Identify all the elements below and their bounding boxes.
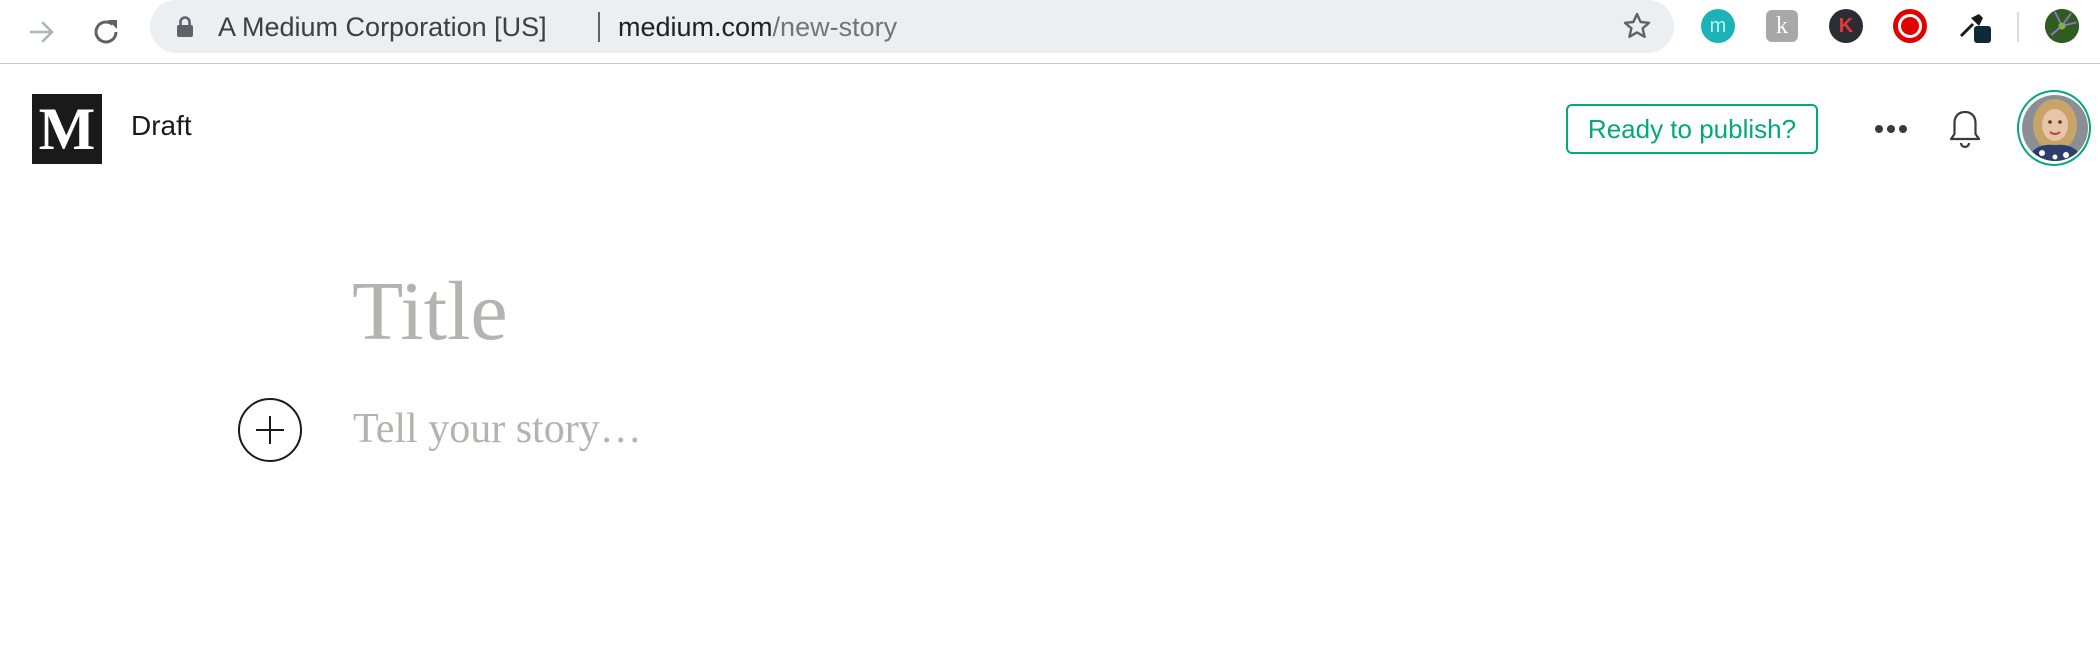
toolbar-separator [2017, 12, 2019, 42]
medium-logo[interactable]: M [32, 94, 102, 164]
record-extension-icon[interactable] [1892, 8, 1928, 44]
ready-to-publish-button[interactable]: Ready to publish? [1566, 104, 1818, 154]
site-identity[interactable]: A Medium Corporation [US] [218, 12, 547, 43]
add-content-button[interactable] [238, 398, 302, 462]
reload-icon [94, 20, 118, 44]
address-bar[interactable]: A Medium Corporation [US] medium.com/new… [150, 0, 1674, 53]
story-title-input[interactable]: Title [352, 270, 508, 354]
logo-letter: M [38, 95, 96, 162]
browser-toolbar: A Medium Corporation [US] medium.com/new… [0, 0, 2100, 64]
bell-icon [1949, 110, 1981, 149]
url-text[interactable]: medium.com/new-story [618, 12, 897, 43]
url-path: /new-story [772, 12, 898, 42]
url-host: medium.com [618, 12, 773, 42]
omnibox-divider [598, 12, 600, 42]
story-body-input[interactable]: Tell your story… [353, 408, 642, 450]
more-options-button[interactable] [1866, 104, 1916, 154]
forward-button[interactable] [20, 10, 64, 54]
eyedropper-extension-icon[interactable] [1957, 8, 1993, 44]
k-extension-icon[interactable]: k [1764, 8, 1800, 44]
plus-icon [256, 416, 284, 444]
star-icon[interactable] [1622, 11, 1652, 46]
profile-extension-icon[interactable] [2044, 8, 2080, 44]
more-icon [1875, 125, 1907, 133]
reload-button[interactable] [84, 10, 128, 54]
forward-arrow-icon [29, 21, 54, 43]
k-red-extension-icon[interactable]: K [1828, 8, 1864, 44]
m-extension-icon[interactable]: m [1700, 8, 1736, 44]
lock-icon[interactable] [176, 16, 194, 43]
draft-status: Draft [131, 110, 192, 141]
notifications-button[interactable] [1940, 102, 1990, 156]
user-avatar[interactable] [2017, 90, 2091, 166]
